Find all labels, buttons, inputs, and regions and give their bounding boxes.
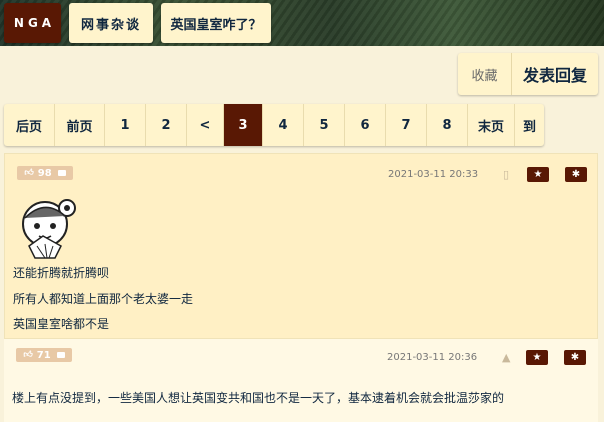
pager-last-page[interactable]: 末页 [468,104,515,146]
post-1: 👍︎ 98 2021-03-11 20:33 ▯ ★ ✱ 还能折腾就折腾呗 所有… [4,153,598,339]
pager-page-5[interactable]: 5 [304,104,345,146]
pager-next-page[interactable]: 后页 [4,104,55,146]
pager-goto[interactable]: 到 [515,104,544,146]
gear-icon[interactable]: ✱ [565,167,587,182]
like-count: 71 [36,349,51,361]
pager-page-7[interactable]: 7 [386,104,427,146]
like-count: 98 [37,167,52,179]
thumbs-up-icon: 👍︎ [23,350,33,360]
post-text-line: 还能折腾就折腾呗 [13,266,110,280]
post-date: 2021-03-11 20:36 [387,352,478,363]
android-icon: ▲ [502,351,511,364]
breadcrumb-topic[interactable]: 英国皇室咋了？ [161,3,271,43]
pagination: 后页 前页 1 2 < 3 4 5 6 7 8 末页 到 [4,104,544,146]
star-icon[interactable]: ★ [527,167,549,182]
pager-page-4[interactable]: 4 [263,104,304,146]
pager-page-3-current[interactable]: 3 [224,104,263,146]
star-icon[interactable]: ★ [526,350,548,365]
post-actions: 收藏 发表回复 [458,53,598,95]
post-date: 2021-03-11 20:33 [388,169,479,180]
gear-icon[interactable]: ✱ [564,350,586,365]
like-counter[interactable]: 👍︎ 71 [16,348,72,362]
thumbs-down-icon[interactable] [57,170,66,176]
nga-logo-button[interactable]: NGA [4,3,61,43]
favorite-button[interactable]: 收藏 [458,53,512,95]
post-text-line: 楼上有点没提到，一些美国人想让英国变共和国也不是一天了，基本逮着机会就会批温莎家… [12,391,505,405]
avatar[interactable] [15,196,85,262]
breadcrumb-forum[interactable]: 网事杂谈 [69,3,153,43]
pager-page-1[interactable]: 1 [105,104,146,146]
pager-less-than[interactable]: < [187,104,224,146]
pager-page-2[interactable]: 2 [146,104,187,146]
post-text-line: 所有人都知道上面那个老太婆一走 [13,292,194,306]
post-text-line: 英国皇室啥都不是 [13,317,110,331]
pager-prev-page[interactable]: 前页 [55,104,105,146]
pager-page-8[interactable]: 8 [427,104,468,146]
post-2: 👍︎ 71 2021-03-11 20:36 ▲ ★ ✱ 楼上有点没提到，一些美… [4,339,598,422]
like-counter[interactable]: 👍︎ 98 [17,166,73,180]
thumbs-up-icon: 👍︎ [24,168,34,178]
thumbs-down-icon[interactable] [56,352,65,358]
mobile-phone-icon: ▯ [503,168,510,181]
reply-button[interactable]: 发表回复 [512,62,598,86]
pager-page-6[interactable]: 6 [345,104,386,146]
